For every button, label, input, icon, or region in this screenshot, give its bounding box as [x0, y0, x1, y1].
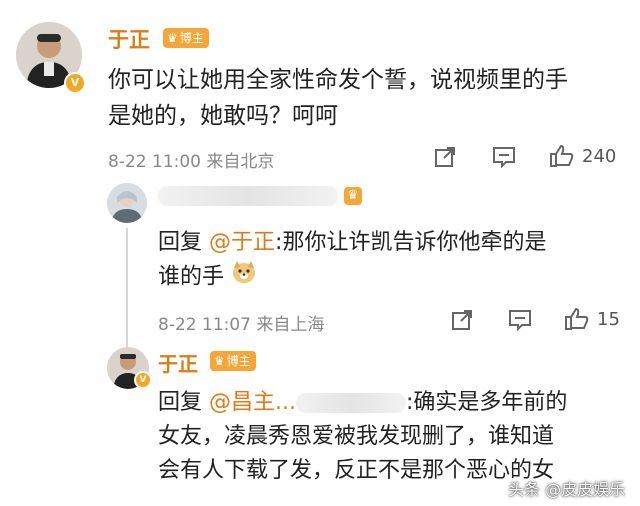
comment-text-line: 是她的，她敢吗？呵呵 [108, 103, 338, 129]
comment-text: 回复 @于正:那你让许凯告诉你他牵的是 谁的手 [158, 226, 628, 295]
verified-badge-icon: V [134, 371, 152, 389]
reply-prefix: 回复 [158, 230, 203, 255]
comment-text-line: 你可以让她用全家性命发个誓，说视频里的手 [108, 67, 568, 93]
like-count: 15 [597, 309, 620, 330]
comment-date: 8-22 [108, 152, 147, 172]
verified-badge-icon: V [64, 72, 86, 94]
reply-prefix: 回复 [158, 390, 203, 415]
blogger-badge-label: 博主 [226, 354, 251, 368]
doge-emoji-icon [231, 260, 257, 295]
like-icon[interactable] [549, 143, 575, 173]
comment-meta: 8-22 11:07 来自上海 [158, 310, 324, 335]
blogger-badge: ♛ 博主 [163, 28, 209, 48]
thread-line [126, 228, 128, 348]
comment-time: 11:00 [152, 152, 201, 172]
comment-text: 回复 @昌主...:确实是多年前的 女友，凌晨秀恩爱被我发现删了，谁知道 会有人… [158, 386, 638, 488]
comment-date: 8-22 [158, 315, 197, 335]
comment-text-line: 谁的手 [158, 260, 628, 295]
watermark: 头条 @皮皮娱乐 [508, 480, 626, 499]
share-icon[interactable] [450, 308, 474, 336]
share-icon[interactable] [433, 145, 457, 173]
comment-icon[interactable] [507, 308, 533, 336]
blurred-username [158, 185, 338, 206]
comment-text-line: 回复 @于正:那你让许凯告诉你他牵的是 [158, 226, 628, 260]
comment-author[interactable]: 于正 [158, 348, 198, 377]
comment-location: 来自上海 [256, 315, 325, 335]
crown-icon: ♛ [214, 354, 225, 368]
comment-text: 你可以让她用全家性命发个誓，说视频里的手 是她的，她敢吗？呵呵 [108, 62, 628, 134]
blogger-badge: ♛ 博主 [210, 351, 256, 371]
like-count: 240 [582, 146, 617, 167]
crown-icon: ♛ [344, 186, 362, 205]
crown-icon: ♛ [167, 31, 178, 45]
comment-text-segment: :确实是多年前的 [406, 390, 568, 415]
comment-author[interactable]: ♛ [158, 184, 362, 206]
comment-time: 11:07 [202, 315, 251, 335]
avatar[interactable] [107, 183, 147, 223]
blurred-username [296, 393, 406, 413]
mention-link[interactable]: @于正 [209, 230, 275, 255]
mention-link[interactable]: @昌主... [209, 390, 296, 415]
like-icon[interactable] [564, 306, 590, 336]
comment-location: 来自北京 [206, 152, 275, 172]
comment-meta: 8-22 11:00 来自北京 [108, 147, 274, 172]
comment-text-line: 女友，凌晨秀恩爱被我发现删了，谁知道 [158, 424, 555, 449]
comment-icon[interactable] [491, 145, 517, 173]
comment-text-segment: 谁的手 [158, 264, 225, 290]
comment-author[interactable]: 于正 [108, 24, 150, 54]
comment-text-line: 回复 @昌主... :确实是多年前的 [158, 386, 638, 420]
comment-text-segment: :那你让许凯告诉你他牵的是 [275, 230, 547, 255]
blogger-badge-label: 博主 [179, 31, 204, 45]
